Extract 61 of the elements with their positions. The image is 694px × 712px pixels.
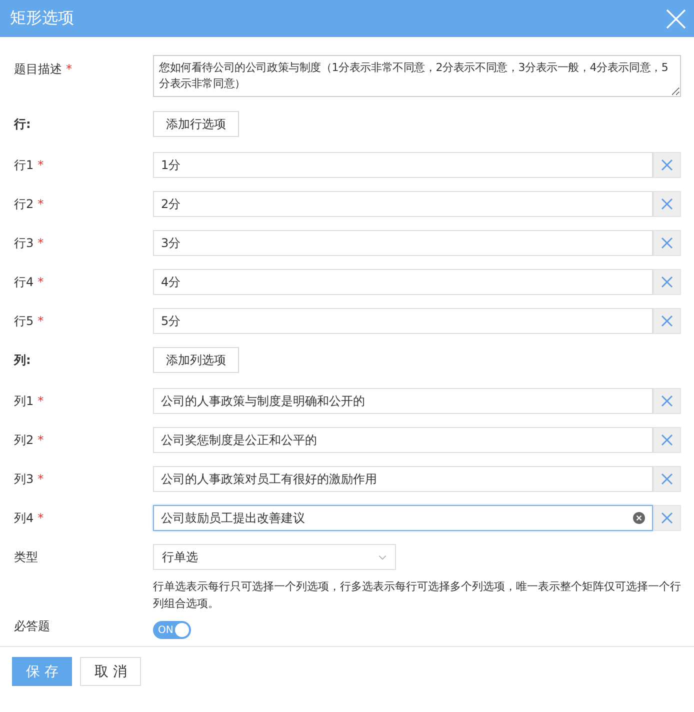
field-label: 类型 — [14, 550, 38, 564]
required-mark: * — [38, 274, 44, 288]
cancel-button[interactable]: 取 消 — [80, 657, 141, 686]
required-mark: * — [38, 196, 44, 210]
remove-button[interactable] — [653, 152, 681, 178]
x-icon — [661, 315, 673, 327]
close-icon[interactable] — [666, 8, 686, 28]
field-label: 行: — [14, 116, 31, 130]
option-input[interactable]: 2分 — [153, 191, 653, 217]
remove-button[interactable] — [653, 427, 681, 453]
type-select[interactable]: 行单选 — [153, 544, 396, 570]
option-input[interactable]: 公司奖惩制度是公正和公平的 — [153, 427, 653, 453]
field-label: 行3 — [14, 236, 34, 250]
description-textarea[interactable]: 您如何看待公司的公司政策与制度（1分表示非常不同意，2分表示不同意，3分表示一般，4分表示同意，5分表示非常同意） — [153, 55, 681, 97]
field-label: 题目描述 — [14, 62, 62, 76]
option-input[interactable]: 公司的人事政策对员工有很好的激励作用 — [153, 466, 653, 492]
clear-icon[interactable] — [633, 512, 645, 524]
field-label: 行5 — [14, 314, 34, 328]
required-mark: * — [38, 236, 44, 250]
field-label: 行2 — [14, 196, 34, 210]
required-mark: * — [38, 472, 44, 486]
option-input[interactable]: 5分 — [153, 308, 653, 334]
x-icon — [661, 159, 673, 171]
required-mark: * — [66, 62, 72, 76]
field-label: 列1 — [14, 394, 34, 408]
add-option-button[interactable]: 添加列选项 — [153, 347, 239, 373]
add-option-button[interactable]: 添加行选项 — [153, 111, 239, 137]
x-icon — [661, 512, 673, 524]
required-mark: * — [38, 432, 44, 446]
required-mark: * — [38, 510, 44, 524]
help-text: 行单选表示每行只可选择一个列选项，行多选表示每行可选择多个列选项，唯一表示整个矩阵仅可选择一个行列组合选项。 — [153, 579, 681, 612]
caret-icon — [378, 554, 387, 560]
x-icon — [661, 473, 673, 485]
option-input[interactable]: 4分 — [153, 269, 653, 295]
remove-button[interactable] — [653, 308, 681, 334]
field-label: 列: — [14, 352, 31, 366]
remove-button[interactable] — [653, 230, 681, 256]
field-label: 行4 — [14, 274, 34, 288]
field-label: 行1 — [14, 158, 34, 172]
remove-button[interactable] — [653, 191, 681, 217]
field-label: 列2 — [14, 432, 34, 446]
x-icon — [661, 395, 673, 407]
remove-button[interactable] — [653, 466, 681, 492]
required-mark: * — [38, 158, 44, 172]
option-input[interactable]: 公司的人事政策与制度是明确和公开的 — [153, 388, 653, 414]
option-input[interactable]: 1分 — [153, 152, 653, 178]
field-label: 必答题 — [14, 619, 50, 633]
field-label: 列4 — [14, 510, 34, 524]
required-mark: * — [38, 314, 44, 328]
required-mark: * — [38, 394, 44, 408]
x-icon — [661, 434, 673, 446]
remove-button[interactable] — [653, 269, 681, 295]
x-icon — [661, 276, 673, 288]
option-input[interactable]: 3分 — [153, 230, 653, 256]
remove-button[interactable] — [653, 505, 681, 531]
dialog-title: 矩形选项 — [10, 8, 74, 29]
option-input[interactable]: 公司鼓励员工提出改善建议 — [153, 505, 653, 531]
x-icon — [661, 198, 673, 210]
field-label: 列3 — [14, 472, 34, 486]
remove-button[interactable] — [653, 388, 681, 414]
x-icon — [661, 237, 673, 249]
